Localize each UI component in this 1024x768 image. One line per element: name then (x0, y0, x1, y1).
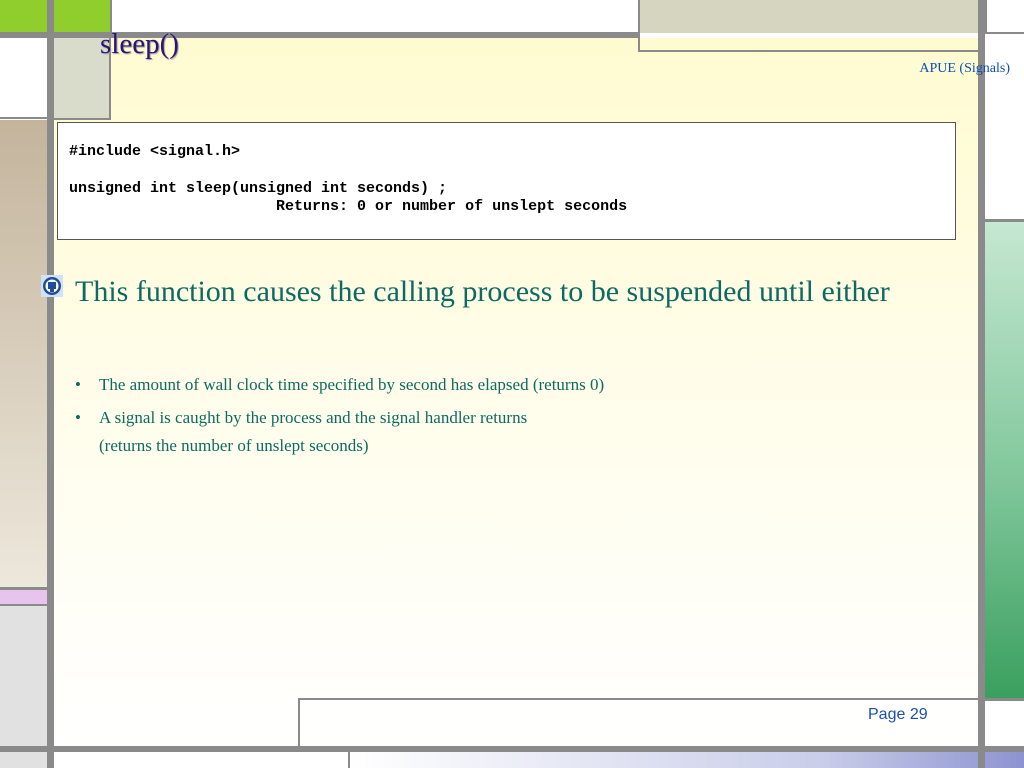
page-number: Page 29 (868, 706, 928, 723)
frame-line-left (47, 0, 54, 768)
frame-line-right-top-h (985, 32, 1024, 34)
sub-bullet: • A signal is caught by the process and t… (75, 404, 935, 460)
decorative-green-block (0, 0, 111, 33)
frame-line-right-top (985, 0, 987, 34)
sub-bullet: • The amount of wall clock time specified… (75, 371, 935, 399)
decorative-beige-block (640, 0, 979, 33)
frame-line-footer-left (298, 698, 300, 746)
frame-line-right-lower (985, 698, 1024, 701)
frame-line-right-mid (985, 219, 1024, 222)
frame-line-top (0, 32, 640, 38)
decorative-green-gradient-block (985, 222, 1024, 699)
university-emblem-icon (41, 275, 63, 297)
code-line-returns: Returns: 0 or number of unslept seconds (69, 198, 628, 215)
sub-bullet-text: The amount of wall clock time specified … (99, 375, 605, 394)
code-box: #include <signal.h> unsigned int sleep(u… (57, 122, 956, 240)
frame-line-bottom-divider (348, 752, 350, 768)
frame-line-left-upper (0, 117, 47, 119)
sub-bullet-text: A signal is caught by the process and th… (99, 408, 528, 427)
page-title: sleep() (100, 28, 179, 60)
frame-line-footer-top (298, 698, 978, 700)
decorative-tan-block (0, 120, 47, 590)
frame-line-header-right (638, 50, 978, 52)
frame-line-bottom (0, 746, 1024, 752)
header-note: APUE (Signals) (919, 61, 1010, 76)
sub-bullet-text-continued: (returns the number of unslept seconds) (99, 436, 369, 455)
decorative-lilac-block (0, 590, 47, 604)
code-line-include: #include <signal.h> (69, 143, 241, 160)
bullet-dot: • (75, 375, 81, 394)
frame-line-top-right-divider (638, 0, 640, 52)
code-line-prototype: unsigned int sleep(unsigned int seconds)… (69, 180, 448, 197)
frame-line-left-mid (0, 587, 47, 590)
main-bullet-text: This function causes the calling process… (75, 275, 890, 308)
bullet-dot: • (75, 408, 81, 427)
frame-line-right (978, 0, 985, 768)
frame-line-left-lower (0, 604, 47, 606)
decorative-gray-block (0, 606, 47, 768)
decorative-blue-gradient-block (350, 752, 1024, 768)
